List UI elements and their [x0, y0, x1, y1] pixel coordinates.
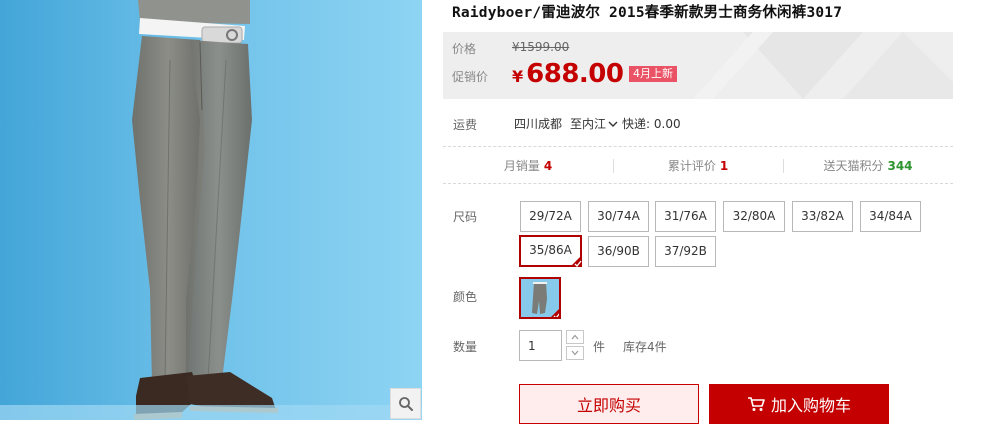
- product-title: Raidyboer/雷迪波尔 2015春季新款男士商务休闲裤3017: [452, 5, 843, 21]
- size-option[interactable]: 29/72A: [520, 201, 581, 232]
- product-image[interactable]: [0, 0, 422, 420]
- currency-symbol: ¥: [512, 67, 524, 86]
- stock-count: 库存4件: [623, 340, 667, 354]
- cart-icon: [747, 397, 765, 411]
- size-label: 尺码: [453, 210, 478, 224]
- promo-price-label: 促销价: [452, 70, 489, 84]
- quantity-decrease-button[interactable]: [566, 346, 584, 360]
- size-option[interactable]: 30/74A: [588, 201, 649, 232]
- promo-price: ¥688.00: [512, 59, 624, 89]
- size-option[interactable]: 37/92B: [655, 236, 716, 267]
- size-option[interactable]: 34/84A: [860, 201, 921, 232]
- color-swatch-selected[interactable]: [519, 277, 561, 319]
- size-option[interactable]: 33/82A: [792, 201, 853, 232]
- ship-to: 至内江: [570, 117, 607, 131]
- shipping-method: 快递: 0.00: [622, 117, 681, 131]
- add-to-cart-label: 加入购物车: [770, 396, 851, 415]
- size-option[interactable]: 31/76A: [655, 201, 716, 232]
- shipping-label: 运费: [453, 118, 478, 132]
- stat-reviews[interactable]: 累计评价 1: [613, 157, 783, 174]
- stats-bar: 月销量 4 累计评价 1 送天猫积分 344: [443, 147, 953, 183]
- shipping-info: 四川成都 至内江 快递: 0.00: [514, 115, 681, 132]
- chevron-down-icon: [571, 350, 579, 356]
- quantity-label: 数量: [453, 340, 478, 354]
- price-panel: 价格 ¥1599.00 促销价 ¥688.00: [443, 32, 953, 99]
- add-to-cart-button[interactable]: 加入购物车: [709, 384, 889, 424]
- stat-value: 4: [543, 158, 553, 173]
- promo-price-value: 688.00: [526, 59, 624, 89]
- quantity-unit: 件: [593, 340, 606, 354]
- trousers-illustration: [0, 0, 422, 420]
- chevron-up-icon: [571, 334, 579, 340]
- stat-tmall-points: 送天猫积分 344: [783, 157, 953, 174]
- chevron-down-icon: [608, 121, 618, 127]
- size-option-label: 35/86A: [529, 243, 572, 257]
- size-option-selected[interactable]: 35/86A: [519, 235, 582, 267]
- stat-value: 344: [887, 158, 913, 173]
- color-label: 颜色: [453, 290, 478, 304]
- quantity-increase-button[interactable]: [566, 330, 584, 344]
- quantity-input[interactable]: [519, 330, 562, 361]
- stat-value: 1: [719, 158, 729, 173]
- zoom-button[interactable]: [390, 388, 421, 419]
- ship-from: 四川成都: [514, 117, 563, 131]
- buy-now-button[interactable]: 立即购买: [519, 384, 699, 424]
- stat-monthly-sales: 月销量 4: [503, 158, 553, 173]
- original-price-label: 价格: [452, 42, 477, 56]
- buy-now-label: 立即购买: [576, 396, 641, 415]
- ship-to-selector[interactable]: 至内江: [570, 115, 618, 132]
- new-arrival-badge: 4月上新: [629, 66, 677, 82]
- size-option[interactable]: 36/90B: [588, 236, 649, 267]
- divider: [443, 183, 953, 184]
- original-price: ¥1599.00: [512, 40, 570, 54]
- size-option[interactable]: 32/80A: [723, 201, 785, 232]
- magnifier-icon: [398, 396, 413, 411]
- check-corner-icon: [551, 309, 559, 317]
- check-corner-icon: [570, 255, 582, 267]
